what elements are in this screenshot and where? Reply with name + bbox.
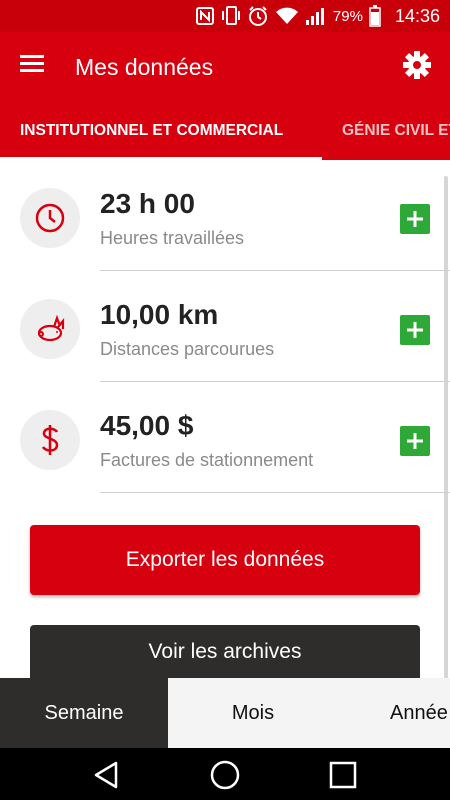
alarm-icon	[247, 5, 269, 27]
plus-icon	[407, 433, 423, 449]
add-hours-button[interactable]	[400, 204, 430, 234]
parking-value: 45,00 $	[100, 410, 194, 441]
dollar-icon	[20, 410, 80, 470]
rabbit-icon	[20, 299, 80, 359]
stat-row-parking: 45,00 $ Factures de stationnement	[0, 382, 450, 493]
nfc-icon	[195, 6, 215, 26]
vibrate-icon	[221, 5, 241, 27]
system-nav-bar	[0, 748, 450, 800]
gear-icon[interactable]	[402, 50, 436, 84]
stats-content[interactable]: 23 h 00 Heures travaillées 10,00 km Dist…	[0, 160, 450, 678]
home-icon[interactable]	[208, 758, 242, 792]
wifi-icon	[275, 6, 299, 26]
plus-icon	[407, 211, 423, 227]
recent-apps-icon[interactable]	[326, 758, 360, 792]
status-bar: 79% 14:36	[0, 0, 450, 32]
stat-row-hours: 23 h 00 Heures travaillées	[0, 160, 450, 271]
signal-icon	[305, 6, 327, 26]
clock-time: 14:36	[394, 5, 440, 26]
hours-value: 23 h 00	[100, 188, 195, 219]
plus-icon	[407, 322, 423, 338]
tab-institutionnel-commercial[interactable]: INSTITUTIONNEL ET COMMERCIAL	[20, 122, 283, 140]
status-icons: 79% 14:36	[195, 4, 440, 28]
distance-value: 10,00 km	[100, 299, 219, 330]
stat-row-distance: 10,00 km Distances parcourues	[0, 271, 450, 382]
hamburger-menu-icon[interactable]	[18, 52, 52, 82]
parking-label: Factures de stationnement	[100, 450, 314, 470]
page-title: Mes données	[75, 54, 214, 80]
battery-percent: 79%	[332, 7, 363, 25]
clock-icon	[20, 188, 80, 248]
back-icon[interactable]	[90, 758, 124, 792]
app-bar: Mes données	[0, 32, 450, 102]
category-tabs: INSTITUTIONNEL ET COMMERCIAL GÉNIE CIVIL…	[0, 102, 450, 160]
distance-label: Distances parcourues	[100, 339, 275, 359]
divider	[100, 492, 450, 493]
tab-semaine[interactable]: Semaine	[0, 678, 168, 748]
period-tabs: Semaine Mois Année	[0, 678, 450, 748]
tab-annee[interactable]: Année	[390, 678, 450, 748]
tab-genie-civil-voirie[interactable]: GÉNIE CIVIL ET VOIRIE	[342, 122, 450, 140]
tab-mois[interactable]: Mois	[168, 678, 338, 748]
add-parking-button[interactable]	[400, 426, 430, 456]
battery-icon	[369, 5, 381, 27]
hours-label: Heures travaillées	[100, 228, 245, 248]
export-data-button[interactable]: Exporter les données	[30, 525, 420, 595]
add-distance-button[interactable]	[400, 315, 430, 345]
view-archives-button[interactable]: Voir les archives	[30, 625, 420, 678]
